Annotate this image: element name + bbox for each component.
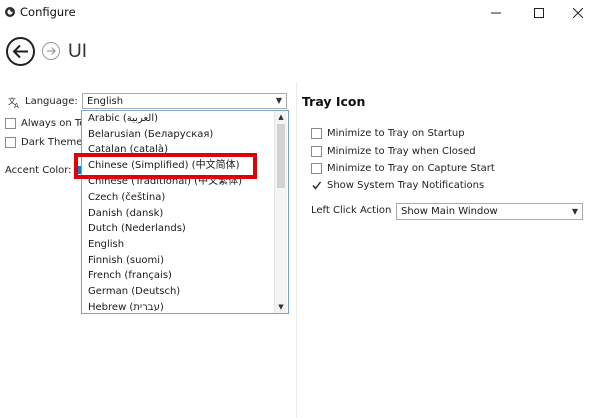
close-icon bbox=[573, 8, 583, 18]
language-option[interactable]: Finnish (suomi) bbox=[88, 256, 164, 266]
accent-color-label: Accent Color: bbox=[5, 165, 72, 176]
minimize-on-startup-label: Minimize to Tray on Startup bbox=[327, 128, 465, 139]
left-click-action-value: Show Main Window bbox=[401, 206, 498, 217]
page-title: UI bbox=[68, 41, 87, 62]
language-option[interactable]: German (Deutsch) bbox=[88, 287, 180, 297]
language-option[interactable]: Czech (čeština) bbox=[88, 193, 165, 203]
scroll-down-icon[interactable]: ▼ bbox=[275, 301, 287, 313]
language-select[interactable]: English ▼ bbox=[82, 93, 287, 109]
window-title: Configure bbox=[20, 5, 76, 19]
language-dropdown-list: Arabic (العربية) Belarusian (Беларуская)… bbox=[81, 110, 289, 314]
language-option[interactable]: French (français) bbox=[88, 271, 172, 281]
title-bar: Configure bbox=[0, 0, 596, 26]
minimize-on-capture-checkbox[interactable] bbox=[311, 163, 322, 174]
language-option[interactable]: Hebrew (עברית) bbox=[88, 303, 164, 313]
dropdown-scrollbar[interactable]: ▲ ▼ bbox=[274, 111, 287, 313]
svg-text:A: A bbox=[14, 102, 19, 108]
chevron-down-icon: ▼ bbox=[571, 207, 578, 216]
pane-divider bbox=[296, 82, 297, 418]
language-select-value: English bbox=[87, 96, 124, 107]
arrow-left-icon bbox=[12, 44, 28, 59]
scroll-up-icon[interactable]: ▲ bbox=[275, 111, 287, 123]
maximize-icon bbox=[534, 8, 544, 18]
minimize-when-closed-label: Minimize to Tray when Closed bbox=[327, 146, 476, 157]
highlight-annotation-box bbox=[74, 153, 257, 179]
minimize-button[interactable] bbox=[481, 0, 511, 26]
dark-theme-label: Dark Theme bbox=[21, 137, 83, 148]
show-notifications-checkbox[interactable] bbox=[311, 180, 322, 191]
close-button[interactable] bbox=[563, 0, 593, 26]
language-option[interactable]: Arabic (العربية) bbox=[88, 114, 158, 124]
language-option[interactable]: Dutch (Nederlands) bbox=[88, 224, 186, 234]
minimize-on-startup-checkbox[interactable] bbox=[311, 128, 322, 139]
translate-icon: 文 A bbox=[8, 96, 19, 108]
always-on-top-label: Always on To bbox=[21, 118, 86, 129]
language-label: Language: bbox=[25, 96, 78, 107]
minimize-when-closed-checkbox[interactable] bbox=[311, 146, 322, 157]
minimize-icon bbox=[491, 12, 501, 14]
back-button[interactable] bbox=[6, 37, 35, 66]
tray-icon-heading: Tray Icon bbox=[302, 94, 366, 109]
dark-theme-checkbox[interactable] bbox=[5, 137, 16, 148]
minimize-on-capture-label: Minimize to Tray on Capture Start bbox=[327, 163, 495, 174]
maximize-button[interactable] bbox=[524, 0, 554, 26]
scrollbar-thumb[interactable] bbox=[277, 124, 285, 188]
chevron-down-icon: ▼ bbox=[275, 96, 282, 105]
show-notifications-label: Show System Tray Notifications bbox=[327, 180, 485, 191]
language-option[interactable]: Belarusian (Беларуская) bbox=[88, 130, 213, 140]
app-logo-icon bbox=[5, 7, 15, 17]
left-click-action-label: Left Click Action bbox=[311, 205, 392, 216]
forward-button[interactable] bbox=[42, 42, 60, 60]
language-option[interactable]: English bbox=[88, 240, 124, 250]
always-on-top-checkbox[interactable] bbox=[5, 118, 16, 129]
language-option[interactable]: Danish (dansk) bbox=[88, 209, 163, 219]
arrow-right-icon bbox=[47, 47, 56, 55]
left-click-action-select[interactable]: Show Main Window ▼ bbox=[396, 203, 583, 220]
